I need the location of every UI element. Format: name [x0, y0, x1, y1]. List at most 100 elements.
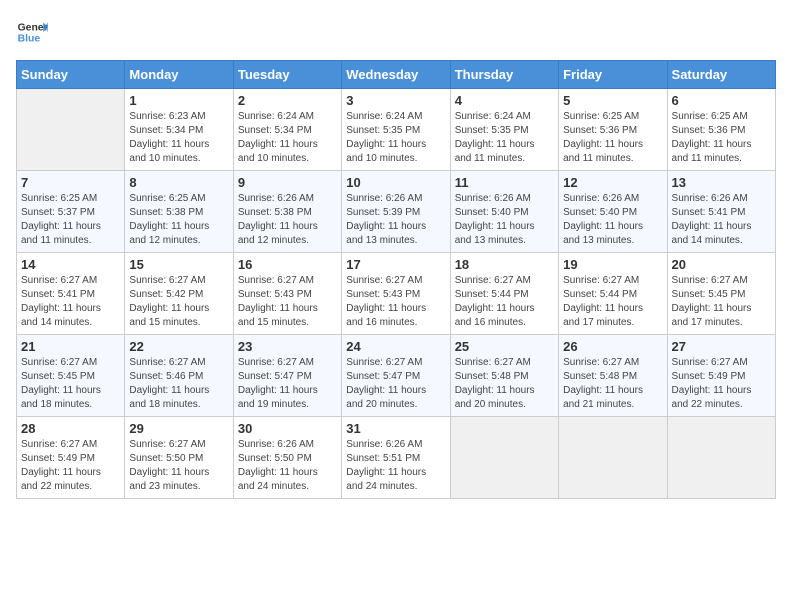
day-number: 11 [455, 175, 554, 190]
day-cell: 29 Sunrise: 6:27 AM Sunset: 5:50 PM Dayli… [125, 417, 233, 499]
day-number: 15 [129, 257, 228, 272]
day-info: Sunrise: 6:25 AM Sunset: 5:38 PM Dayligh… [129, 192, 228, 248]
day-cell: 4 Sunrise: 6:24 AM Sunset: 5:35 PM Daylig… [450, 89, 558, 171]
day-info: Sunrise: 6:27 AM Sunset: 5:42 PM Dayligh… [129, 274, 228, 330]
day-info: Sunrise: 6:27 AM Sunset: 5:47 PM Dayligh… [346, 356, 445, 412]
day-cell [667, 417, 775, 499]
day-number: 28 [21, 421, 120, 436]
day-info: Sunrise: 6:27 AM Sunset: 5:44 PM Dayligh… [563, 274, 662, 330]
day-cell: 14Sunrise: 6:27 AM Sunset: 5:41 PM Dayli… [17, 253, 125, 335]
day-number: 6 [672, 93, 771, 108]
day-cell: 26 Sunrise: 6:27 AM Sunset: 5:48 PM Dayli… [559, 335, 667, 417]
day-cell: 13 Sunrise: 6:26 AM Sunset: 5:41 PM Dayli… [667, 171, 775, 253]
day-cell: 5Sunrise: 6:25 AM Sunset: 5:36 PM Daylig… [559, 89, 667, 171]
day-info: Sunrise: 6:27 AM Sunset: 5:44 PM Dayligh… [455, 274, 554, 330]
header-cell-friday: Friday [559, 61, 667, 89]
day-number: 18 [455, 257, 554, 272]
day-info: Sunrise: 6:23 AM Sunset: 5:34 PM Dayligh… [129, 110, 228, 166]
day-cell: 30 Sunrise: 6:26 AM Sunset: 5:50 PM Dayli… [233, 417, 341, 499]
day-number: 23 [238, 339, 337, 354]
day-number: 10 [346, 175, 445, 190]
week-row-4: 21Sunrise: 6:27 AM Sunset: 5:45 PM Dayli… [17, 335, 776, 417]
day-number: 26 [563, 339, 662, 354]
calendar-header: SundayMondayTuesdayWednesdayThursdayFrid… [17, 61, 776, 89]
logo: General Blue [16, 16, 48, 48]
day-info: Sunrise: 6:24 AM Sunset: 5:35 PM Dayligh… [455, 110, 554, 166]
week-row-2: 7 Sunrise: 6:25 AM Sunset: 5:37 PM Daylig… [17, 171, 776, 253]
day-info: Sunrise: 6:25 AM Sunset: 5:36 PM Dayligh… [672, 110, 771, 166]
day-cell: 7 Sunrise: 6:25 AM Sunset: 5:37 PM Daylig… [17, 171, 125, 253]
day-number: 9 [238, 175, 337, 190]
day-number: 30 [238, 421, 337, 436]
day-number: 25 [455, 339, 554, 354]
day-info: Sunrise: 6:26 AM Sunset: 5:40 PM Dayligh… [563, 192, 662, 248]
day-number: 17 [346, 257, 445, 272]
day-number: 5 [563, 93, 662, 108]
day-cell: 11 Sunrise: 6:26 AM Sunset: 5:40 PM Dayli… [450, 171, 558, 253]
week-row-5: 28Sunrise: 6:27 AM Sunset: 5:49 PM Dayli… [17, 417, 776, 499]
day-number: 20 [672, 257, 771, 272]
calendar-table: SundayMondayTuesdayWednesdayThursdayFrid… [16, 60, 776, 499]
header-cell-thursday: Thursday [450, 61, 558, 89]
day-cell: 28Sunrise: 6:27 AM Sunset: 5:49 PM Dayli… [17, 417, 125, 499]
day-cell [450, 417, 558, 499]
day-cell: 1 Sunrise: 6:23 AM Sunset: 5:34 PM Daylig… [125, 89, 233, 171]
day-cell: 8 Sunrise: 6:25 AM Sunset: 5:38 PM Daylig… [125, 171, 233, 253]
day-cell: 19 Sunrise: 6:27 AM Sunset: 5:44 PM Dayli… [559, 253, 667, 335]
day-info: Sunrise: 6:27 AM Sunset: 5:46 PM Dayligh… [129, 356, 228, 412]
day-info: Sunrise: 6:27 AM Sunset: 5:43 PM Dayligh… [238, 274, 337, 330]
day-cell: 25Sunrise: 6:27 AM Sunset: 5:48 PM Dayli… [450, 335, 558, 417]
day-cell: 9 Sunrise: 6:26 AM Sunset: 5:38 PM Daylig… [233, 171, 341, 253]
day-cell: 12 Sunrise: 6:26 AM Sunset: 5:40 PM Dayli… [559, 171, 667, 253]
day-info: Sunrise: 6:27 AM Sunset: 5:49 PM Dayligh… [672, 356, 771, 412]
day-info: Sunrise: 6:27 AM Sunset: 5:43 PM Dayligh… [346, 274, 445, 330]
day-cell: 10 Sunrise: 6:26 AM Sunset: 5:39 PM Dayli… [342, 171, 450, 253]
day-cell [17, 89, 125, 171]
page-header: General Blue [16, 16, 776, 48]
day-info: Sunrise: 6:25 AM Sunset: 5:37 PM Dayligh… [21, 192, 120, 248]
day-cell: 22Sunrise: 6:27 AM Sunset: 5:46 PM Dayli… [125, 335, 233, 417]
header-cell-sunday: Sunday [17, 61, 125, 89]
day-cell [559, 417, 667, 499]
day-cell: 21Sunrise: 6:27 AM Sunset: 5:45 PM Dayli… [17, 335, 125, 417]
day-number: 13 [672, 175, 771, 190]
header-cell-wednesday: Wednesday [342, 61, 450, 89]
day-cell: 17 Sunrise: 6:27 AM Sunset: 5:43 PM Dayli… [342, 253, 450, 335]
day-cell: 24Sunrise: 6:27 AM Sunset: 5:47 PM Dayli… [342, 335, 450, 417]
svg-text:Blue: Blue [18, 34, 41, 45]
day-cell: 31 Sunrise: 6:26 AM Sunset: 5:51 PM Dayli… [342, 417, 450, 499]
day-cell: 15 Sunrise: 6:27 AM Sunset: 5:42 PM Dayli… [125, 253, 233, 335]
day-info: Sunrise: 6:26 AM Sunset: 5:50 PM Dayligh… [238, 438, 337, 494]
day-info: Sunrise: 6:26 AM Sunset: 5:40 PM Dayligh… [455, 192, 554, 248]
day-number: 29 [129, 421, 228, 436]
day-number: 3 [346, 93, 445, 108]
day-number: 1 [129, 93, 228, 108]
day-cell: 27 Sunrise: 6:27 AM Sunset: 5:49 PM Dayli… [667, 335, 775, 417]
day-cell: 6 Sunrise: 6:25 AM Sunset: 5:36 PM Daylig… [667, 89, 775, 171]
day-info: Sunrise: 6:26 AM Sunset: 5:41 PM Dayligh… [672, 192, 771, 248]
day-number: 21 [21, 339, 120, 354]
day-info: Sunrise: 6:27 AM Sunset: 5:47 PM Dayligh… [238, 356, 337, 412]
day-info: Sunrise: 6:24 AM Sunset: 5:34 PM Dayligh… [238, 110, 337, 166]
calendar-body: 1 Sunrise: 6:23 AM Sunset: 5:34 PM Daylig… [17, 89, 776, 499]
day-number: 4 [455, 93, 554, 108]
day-cell: 2Sunrise: 6:24 AM Sunset: 5:34 PM Daylig… [233, 89, 341, 171]
day-info: Sunrise: 6:26 AM Sunset: 5:51 PM Dayligh… [346, 438, 445, 494]
day-info: Sunrise: 6:27 AM Sunset: 5:41 PM Dayligh… [21, 274, 120, 330]
day-cell: 23 Sunrise: 6:27 AM Sunset: 5:47 PM Dayli… [233, 335, 341, 417]
day-number: 12 [563, 175, 662, 190]
header-cell-saturday: Saturday [667, 61, 775, 89]
day-info: Sunrise: 6:27 AM Sunset: 5:50 PM Dayligh… [129, 438, 228, 494]
day-cell: 20Sunrise: 6:27 AM Sunset: 5:45 PM Dayli… [667, 253, 775, 335]
day-cell: 16Sunrise: 6:27 AM Sunset: 5:43 PM Dayli… [233, 253, 341, 335]
day-info: Sunrise: 6:26 AM Sunset: 5:38 PM Dayligh… [238, 192, 337, 248]
day-number: 8 [129, 175, 228, 190]
day-number: 19 [563, 257, 662, 272]
header-cell-tuesday: Tuesday [233, 61, 341, 89]
day-info: Sunrise: 6:27 AM Sunset: 5:48 PM Dayligh… [563, 356, 662, 412]
day-info: Sunrise: 6:26 AM Sunset: 5:39 PM Dayligh… [346, 192, 445, 248]
day-number: 31 [346, 421, 445, 436]
week-row-1: 1 Sunrise: 6:23 AM Sunset: 5:34 PM Daylig… [17, 89, 776, 171]
day-number: 7 [21, 175, 120, 190]
day-number: 27 [672, 339, 771, 354]
